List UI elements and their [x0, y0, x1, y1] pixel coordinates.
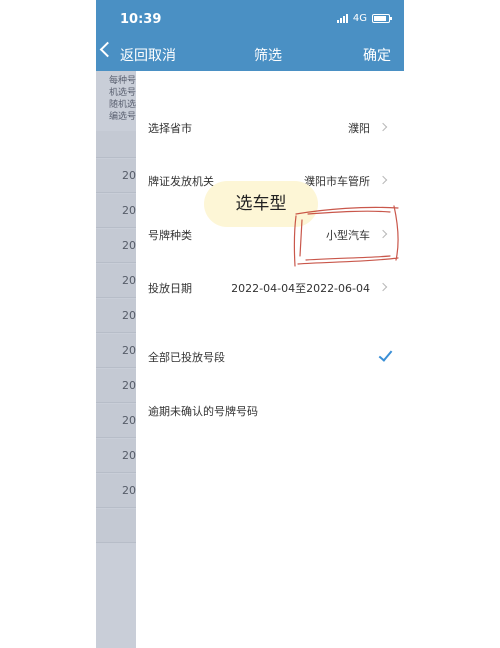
filter-row-province[interactable]: 选择省市 濮阳 [148, 118, 392, 138]
nav-header: 10:39 4G 返回 取消 筛选 确定 [96, 0, 404, 71]
chevron-right-icon [378, 282, 388, 292]
annotation-scribble [293, 205, 399, 267]
cancel-button[interactable]: 取消 [148, 45, 176, 65]
status-time: 10:39 [120, 12, 162, 27]
background-list-row: 20 [96, 229, 136, 263]
confirm-button[interactable]: 确定 [363, 45, 391, 65]
chevron-right-icon [378, 175, 388, 185]
page-title: 筛选 [254, 48, 282, 64]
background-list-row: 20 [96, 439, 136, 473]
background-list-row: 20 [96, 299, 136, 333]
status-indicators: 4G [336, 13, 392, 24]
phone-screen: 10:39 4G 返回 取消 筛选 确定 每种号 机选号 随机选 编选号 20 … [96, 0, 404, 648]
back-button[interactable]: 返回 [120, 45, 148, 65]
background-list: 每种号 机选号 随机选 编选号 20 20 20 20 20 20 20 20 … [96, 71, 136, 648]
option-row-overdue-unconfirmed[interactable]: 逾期未确认的号牌号码 [148, 401, 392, 421]
back-chevron-icon[interactable] [99, 41, 116, 58]
background-list-row: 20 [96, 369, 136, 403]
check-icon [378, 347, 393, 362]
option-row-all-released[interactable]: 全部已投放号段 [148, 347, 393, 367]
signal-icon [336, 14, 348, 23]
chevron-right-icon [378, 122, 388, 132]
battery-icon [372, 14, 392, 23]
background-list-row [96, 509, 136, 543]
background-list-row: 20 [96, 334, 136, 368]
background-list-row [96, 131, 136, 158]
background-list-row: 20 [96, 404, 136, 438]
network-label: 4G [352, 13, 367, 24]
background-list-row: 20 [96, 194, 136, 228]
filter-panel: 选择省市 濮阳 牌证发放机关 濮阳市车管所 号牌种类 小型汽车 投放日期 202… [136, 71, 404, 648]
background-list-row: 20 [96, 159, 136, 193]
background-notes: 每种号 机选号 随机选 编选号 [109, 76, 137, 122]
filter-row-release-date[interactable]: 投放日期 2022-04-04至2022-06-04 [148, 278, 392, 298]
background-list-row: 20 [96, 264, 136, 298]
background-list-row: 20 [96, 474, 136, 508]
